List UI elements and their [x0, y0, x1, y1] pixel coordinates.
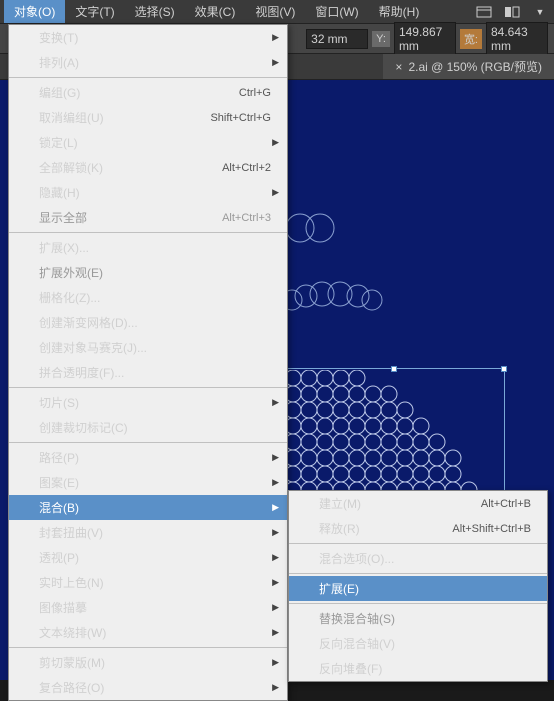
separator [289, 603, 547, 604]
chevron-right-icon: ▶ [272, 397, 279, 408]
item-flatten[interactable]: 拼合透明度(F)... [9, 360, 287, 385]
sub-reversefb[interactable]: 反向堆叠(F) [289, 656, 547, 681]
menu-window[interactable]: 窗口(W) [305, 0, 368, 23]
item-expand[interactable]: 扩展(X)... [9, 235, 287, 260]
chevron-right-icon: ▶ [272, 527, 279, 538]
item-slice[interactable]: 切片(S)▶ [9, 390, 287, 415]
y-input[interactable]: 149.867 mm [394, 22, 456, 56]
sub-make[interactable]: 建立(M)Alt+Ctrl+B [289, 491, 547, 516]
item-gradmesh[interactable]: 创建渐变网格(D)... [9, 310, 287, 335]
item-hide[interactable]: 隐藏(H)▶ [9, 180, 287, 205]
handle-n[interactable] [391, 366, 397, 372]
item-perspective[interactable]: 透视(P)▶ [9, 545, 287, 570]
separator [289, 543, 547, 544]
w-input[interactable]: 84.643 mm [486, 22, 548, 56]
item-cropmarks[interactable]: 创建裁切标记(C) [9, 415, 287, 440]
tab-label: 2.ai @ 150% (RGB/预览) [408, 58, 542, 75]
item-lock[interactable]: 锁定(L)▶ [9, 130, 287, 155]
chevron-right-icon: ▶ [272, 187, 279, 198]
item-clipmask[interactable]: 剪切蒙版(M)▶ [9, 650, 287, 675]
item-imagetrace[interactable]: 图像描摹▶ [9, 595, 287, 620]
menu-view[interactable]: 视图(V) [245, 0, 305, 23]
item-pattern[interactable]: 图案(E)▶ [9, 470, 287, 495]
tab-document[interactable]: × 2.ai @ 150% (RGB/预览) [383, 54, 554, 79]
chevron-right-icon: ▶ [272, 627, 279, 638]
separator [289, 573, 547, 574]
item-unlockall[interactable]: 全部解锁(K)Alt+Ctrl+2 [9, 155, 287, 180]
chevron-right-icon: ▶ [272, 682, 279, 693]
item-transform[interactable]: 变换(T)▶ [9, 25, 287, 50]
menu-effect[interactable]: 效果(C) [185, 0, 246, 23]
blend-submenu: 建立(M)Alt+Ctrl+B 释放(R)Alt+Shift+Ctrl+B 混合… [288, 490, 548, 682]
arrange-icon[interactable] [502, 4, 522, 20]
item-blend[interactable]: 混合(B)▶ [9, 495, 287, 520]
chevron-right-icon: ▶ [272, 577, 279, 588]
tab-close-icon[interactable]: × [395, 60, 402, 74]
chevron-right-icon: ▶ [272, 657, 279, 668]
item-showall: 显示全部Alt+Ctrl+3 [9, 205, 287, 230]
y-label: Y: [372, 31, 390, 47]
item-path[interactable]: 路径(P)▶ [9, 445, 287, 470]
sub-release[interactable]: 释放(R)Alt+Shift+Ctrl+B [289, 516, 547, 541]
item-livepaint[interactable]: 实时上色(N)▶ [9, 570, 287, 595]
separator [9, 442, 287, 443]
item-compound[interactable]: 复合路径(O)▶ [9, 675, 287, 700]
menu-object[interactable]: 对象(O) [4, 0, 65, 23]
chevron-right-icon: ▶ [272, 552, 279, 563]
chevron-right-icon: ▶ [272, 32, 279, 43]
w-label: 宽: [460, 29, 482, 49]
menubar: 对象(O) 文字(T) 选择(S) 效果(C) 视图(V) 窗口(W) 帮助(H… [0, 0, 554, 24]
menu-help[interactable]: 帮助(H) [369, 0, 430, 23]
separator [9, 387, 287, 388]
chevron-right-icon: ▶ [272, 57, 279, 68]
chevron-down-icon[interactable]: ▼ [530, 4, 550, 20]
item-group[interactable]: 编组(G)Ctrl+G [9, 80, 287, 105]
workspace-icon[interactable] [474, 4, 494, 20]
separator [9, 77, 287, 78]
handle-ne[interactable] [501, 366, 507, 372]
sub-replacespine: 替换混合轴(S) [289, 606, 547, 631]
item-envelope[interactable]: 封套扭曲(V)▶ [9, 520, 287, 545]
sub-options[interactable]: 混合选项(O)... [289, 546, 547, 571]
item-ungroup[interactable]: 取消编组(U)Shift+Ctrl+G [9, 105, 287, 130]
item-arrange[interactable]: 排列(A)▶ [9, 50, 287, 75]
menu-type[interactable]: 文字(T) [65, 0, 124, 23]
sub-expand[interactable]: 扩展(E) [289, 576, 547, 601]
separator [9, 647, 287, 648]
chevron-right-icon: ▶ [272, 477, 279, 488]
chevron-right-icon: ▶ [272, 502, 279, 513]
object-menu: 变换(T)▶ 排列(A)▶ 编组(G)Ctrl+G 取消编组(U)Shift+C… [8, 24, 288, 701]
item-expandapp: 扩展外观(E) [9, 260, 287, 285]
chevron-right-icon: ▶ [272, 137, 279, 148]
separator [9, 232, 287, 233]
item-textwrap[interactable]: 文本绕排(W)▶ [9, 620, 287, 645]
menu-select[interactable]: 选择(S) [125, 0, 185, 23]
sub-reversespine[interactable]: 反向混合轴(V) [289, 631, 547, 656]
item-rasterize[interactable]: 栅格化(Z)... [9, 285, 287, 310]
x-input[interactable]: 32 mm [306, 29, 368, 49]
chevron-right-icon: ▶ [272, 602, 279, 613]
item-mosaic[interactable]: 创建对象马赛克(J)... [9, 335, 287, 360]
chevron-right-icon: ▶ [272, 452, 279, 463]
